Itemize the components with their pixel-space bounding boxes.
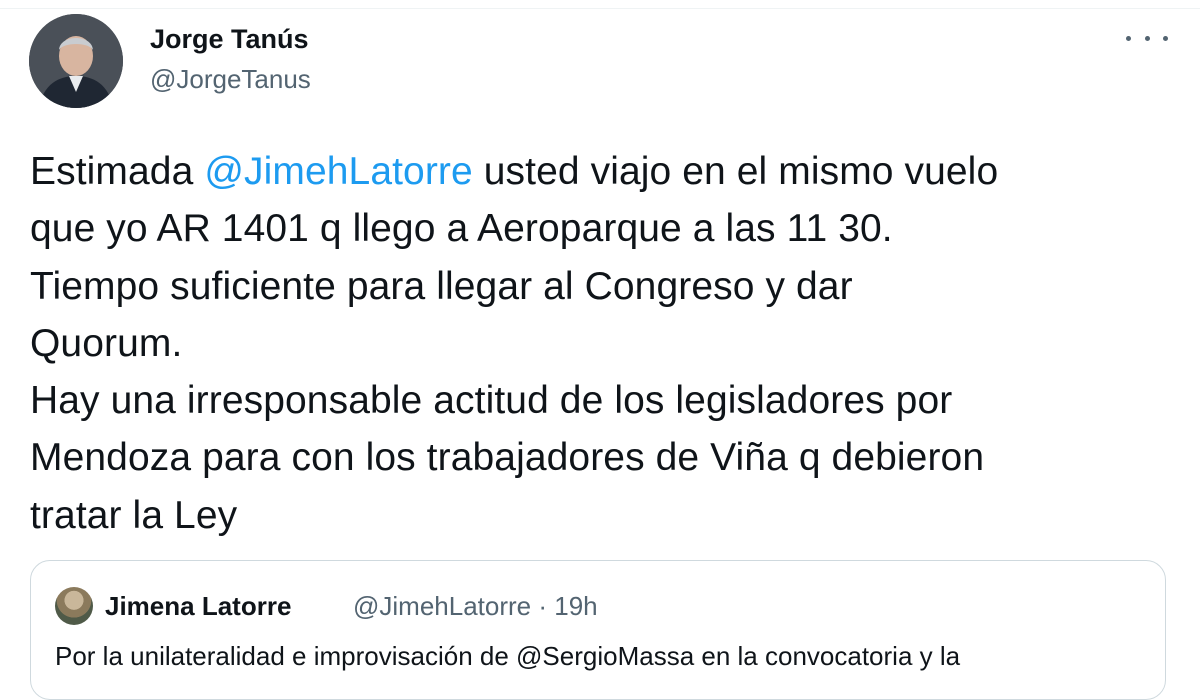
tweet-line: tratar la Ley [30, 493, 238, 537]
author-avatar[interactable] [29, 14, 123, 108]
tweet-line: Estimada @JimehLatorre usted viajo en el… [30, 143, 1180, 200]
tweet-line: que yo AR 1401 q llego a Aeroparque a la… [30, 207, 893, 251]
more-dot [1163, 35, 1168, 41]
quoted-tweet-text: Por la unilateralidad e improvisación de… [55, 641, 961, 671]
more-dot [1144, 35, 1150, 41]
author-display-name[interactable]: Jorge Tanús [150, 24, 309, 55]
more-options-icon[interactable] [1126, 26, 1168, 50]
quoted-author-handle-time: @JimehLatorre · 19h [353, 591, 598, 621]
tweet-line: Hay una irresponsable actitud de los leg… [30, 379, 953, 423]
top-divider [0, 8, 1200, 9]
tweet-text: Estimada @JimehLatorre usted viajo en el… [30, 143, 1180, 544]
quoted-tweet-card[interactable]: Jimena Latorre @JimehLatorre · 19h Por l… [30, 560, 1166, 700]
avatar-portrait-icon [29, 14, 123, 108]
quoted-author-avatar[interactable] [55, 587, 93, 625]
quoted-author-name[interactable]: Jimena Latorre [105, 591, 291, 622]
tweet-line: Tiempo suficiente para llegar al Congres… [30, 264, 853, 308]
tweet-line: Quorum. [30, 321, 183, 365]
more-dot [1126, 35, 1131, 41]
tweet-line: Mendoza para con los trabajadores de Viñ… [30, 436, 985, 480]
tweet-text-segment: usted viajo en el mismo vuelo [472, 150, 999, 193]
author-handle[interactable]: @JorgeTanus [150, 64, 311, 95]
tweet-text-segment: Estimada [30, 150, 205, 193]
mention-link[interactable]: @JimehLatorre [204, 150, 473, 193]
